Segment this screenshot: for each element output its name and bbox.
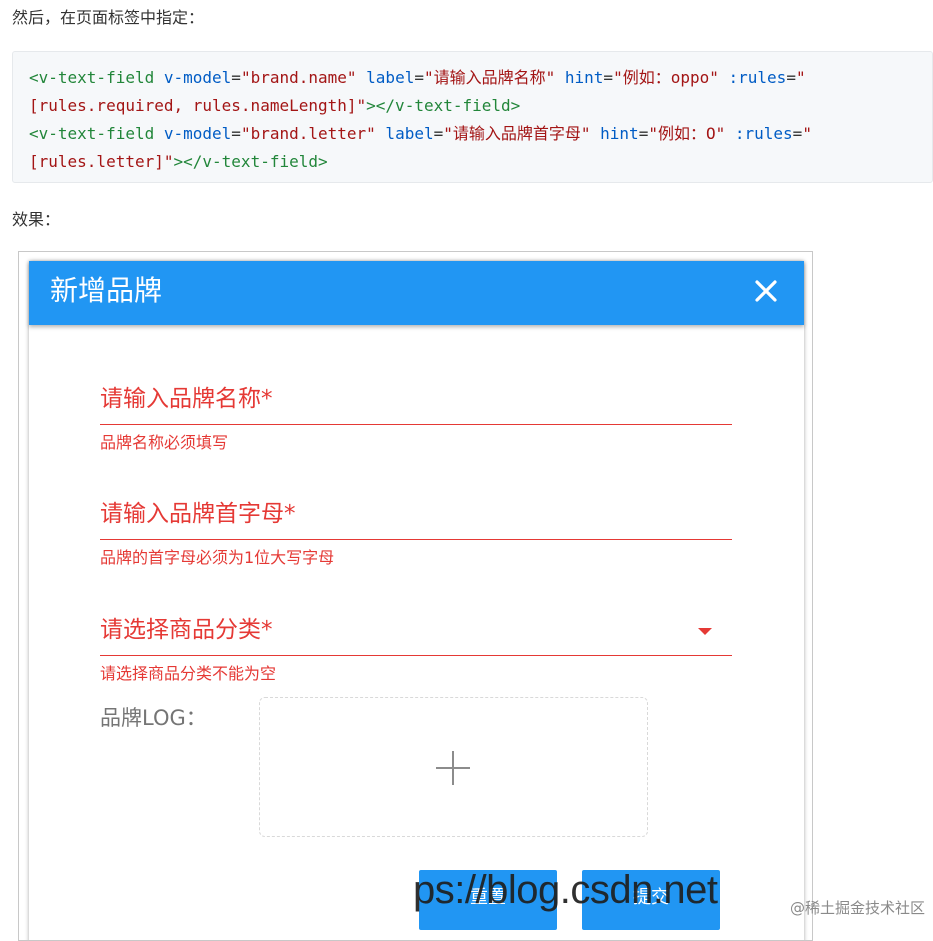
intro-text: 然后，在页面标签中指定：	[12, 8, 205, 27]
code-token: [rules.letter]"	[29, 152, 174, 171]
brand-letter-error: 品牌的首字母必须为1位大写字母	[100, 548, 335, 567]
code-token: =	[792, 124, 803, 143]
category-label: 请选择商品分类*	[100, 617, 273, 643]
code-token: hint	[555, 68, 604, 87]
code-line: <v-text-field v-model="brand.letter" lab…	[29, 120, 916, 148]
code-token: "例如：O"	[648, 124, 726, 143]
brand-name-underline	[100, 424, 732, 425]
brand-letter-underline	[100, 539, 732, 540]
chevron-down-icon	[698, 628, 712, 635]
code-token: "brand.letter"	[240, 124, 376, 143]
brand-name-label: 请输入品牌名称*	[100, 386, 273, 412]
add-brand-dialog: 新增品牌 请输入品牌名称* 品牌名称必须填写 请输入品牌首字母* 品牌的首字母必…	[29, 261, 804, 940]
brand-letter-field[interactable]: 请输入品牌首字母* 品牌的首字母必须为1位大写字母	[100, 499, 732, 569]
juejin-credit: @稀土掘金技术社区	[789, 899, 925, 917]
code-token: :rules	[718, 68, 787, 87]
plus-icon	[436, 751, 470, 785]
category-select[interactable]: 请选择商品分类* 请选择商品分类不能为空	[100, 615, 732, 685]
code-token: =	[433, 124, 444, 143]
code-line: [rules.letter]"></v-text-field>	[29, 148, 916, 176]
close-button[interactable]	[748, 273, 784, 309]
code-token: ></v-text-field>	[173, 152, 328, 171]
code-token: hint	[590, 124, 639, 143]
effect-label: 效果：	[12, 210, 61, 229]
code-token: ></v-text-field>	[366, 96, 521, 115]
code-token: =	[638, 124, 649, 143]
dialog-header: 新增品牌	[29, 261, 804, 325]
code-token: "请输入品牌首字母"	[443, 124, 591, 143]
code-token: v-model	[154, 124, 232, 143]
code-token: v-model	[154, 68, 232, 87]
code-token: "	[795, 68, 806, 87]
logo-upload-box[interactable]	[259, 697, 648, 837]
code-line: [rules.required, rules.nameLength]"></v-…	[29, 92, 916, 120]
code-block: <v-text-field v-model="brand.name" label…	[12, 51, 933, 183]
code-token: "请输入品牌名称"	[423, 68, 556, 87]
screenshot-frame: 新增品牌 请输入品牌名称* 品牌名称必须填写 请输入品牌首字母* 品牌的首字母必…	[18, 251, 813, 941]
code-token: [rules.required, rules.nameLength]"	[29, 96, 367, 115]
close-icon	[755, 280, 777, 302]
code-token: <v-text-field	[29, 124, 155, 143]
code-token: label	[356, 68, 415, 87]
brand-name-error: 品牌名称必须填写	[100, 433, 229, 452]
code-token: "brand.name"	[240, 68, 357, 87]
code-token: =	[603, 68, 614, 87]
code-token: :rules	[725, 124, 793, 143]
code-token: "	[802, 124, 812, 143]
brand-name-field[interactable]: 请输入品牌名称* 品牌名称必须填写	[100, 384, 732, 454]
brand-logo-label: 品牌LOG：	[100, 706, 207, 730]
code-token: =	[414, 68, 424, 87]
csdn-watermark: ps://blog.csdn.net	[413, 868, 718, 912]
code-token: label	[375, 124, 434, 143]
code-line: <v-text-field v-model="brand.name" label…	[29, 64, 916, 92]
dialog-title: 新增品牌	[50, 275, 163, 306]
code-token: =	[231, 68, 241, 87]
code-token: "例如：oppo"	[613, 68, 719, 87]
code-token: =	[786, 68, 796, 87]
code-token: <v-text-field	[29, 68, 155, 87]
category-underline	[100, 655, 732, 656]
code-token: =	[231, 124, 241, 143]
brand-letter-label: 请输入品牌首字母*	[100, 501, 296, 527]
category-error: 请选择商品分类不能为空	[100, 664, 277, 683]
